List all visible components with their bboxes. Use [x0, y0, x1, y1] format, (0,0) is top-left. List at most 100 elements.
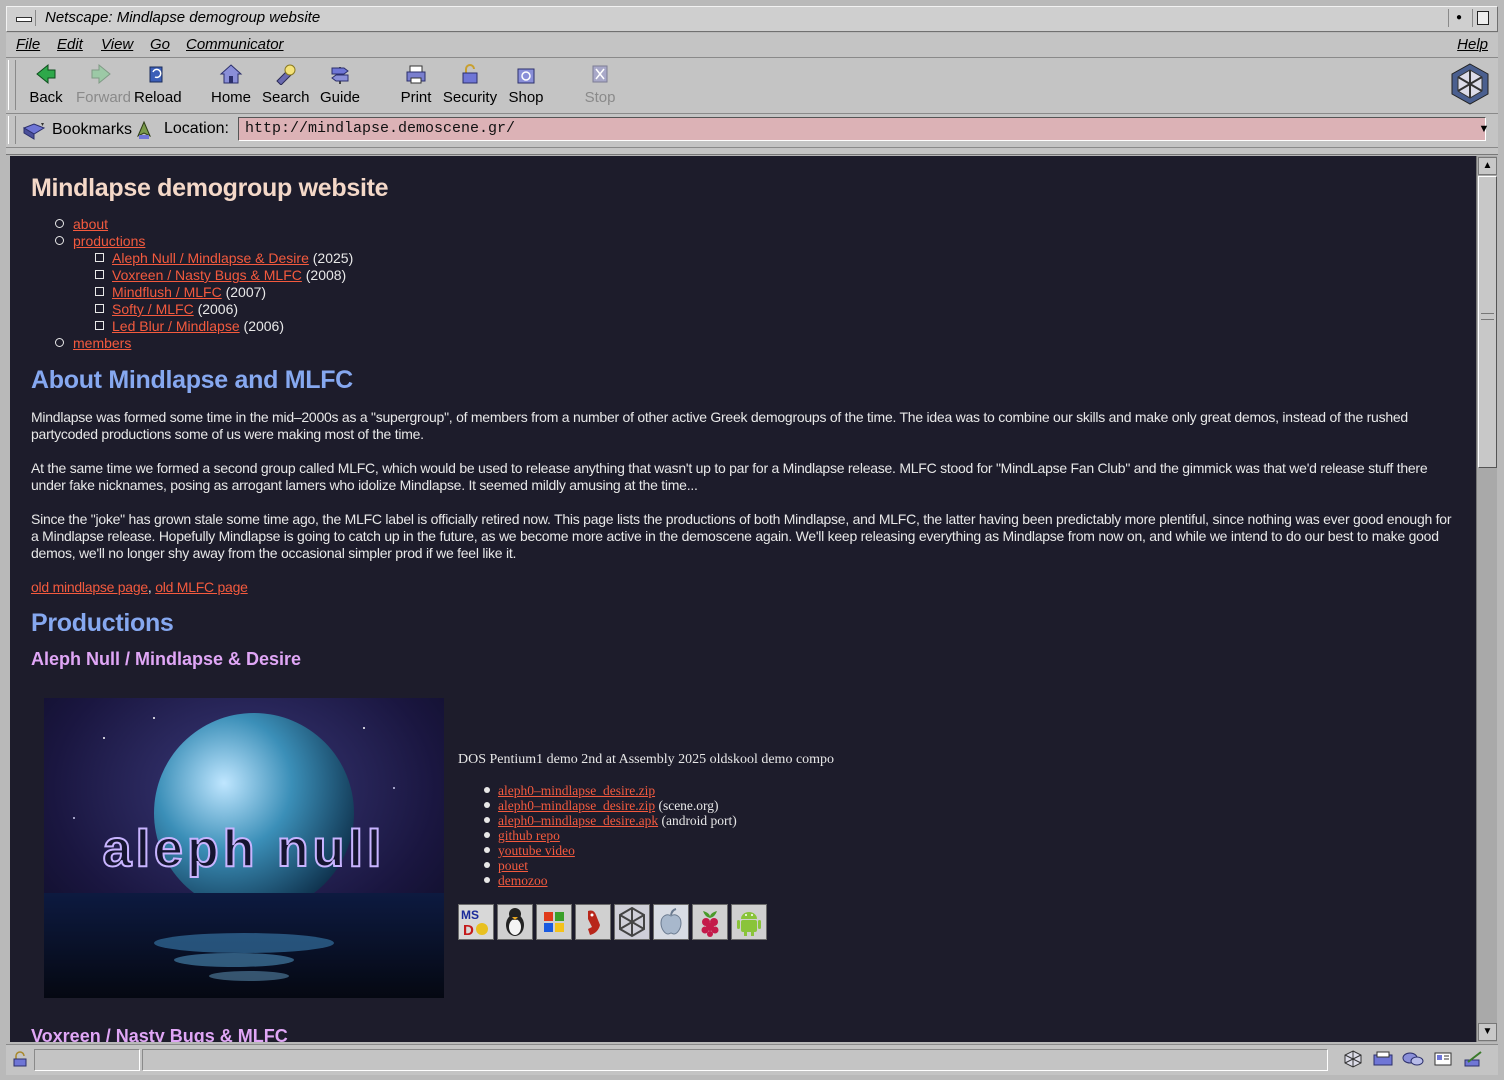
square-bullet [95, 321, 104, 330]
bookmarks-button[interactable]: Bookmarks [22, 117, 152, 143]
circle-bullet [55, 236, 64, 245]
home-button[interactable]: Home [210, 60, 252, 110]
reload-icon [149, 66, 163, 83]
location-label: Location: [164, 120, 229, 137]
guide-button[interactable]: Guide [320, 60, 360, 110]
mail-inbox-icon[interactable] [1372, 1050, 1394, 1068]
toc-prod-item: Softy / MLFC (2006) [95, 301, 238, 317]
padlock-icon [462, 64, 478, 84]
ms-dos-icon: MS D [458, 904, 494, 940]
guide-signpost-icon [331, 67, 349, 84]
about-link[interactable]: about [73, 216, 108, 232]
window-title: Netscape: Mindlapse demogroup website [45, 9, 321, 26]
pouet-link[interactable]: pouet [498, 858, 528, 873]
prod-year: (2006) [193, 301, 239, 317]
prod-title-voxreen: Voxreen / Nasty Bugs & MLFC [31, 1026, 288, 1042]
url-history-dropdown[interactable]: ▼ [1476, 117, 1492, 141]
forward-button[interactable]: Forward [76, 60, 131, 110]
toc-prod-item: Mindflush / MLFC (2007) [95, 284, 266, 300]
netscape-throbber-icon[interactable] [1448, 62, 1492, 106]
prod-link-mindflush[interactable]: Mindflush / MLFC [112, 284, 222, 300]
square-bullet [95, 287, 104, 296]
aleph-null-logo-text: aleph null [103, 820, 386, 878]
prod-year: (2006) [239, 318, 284, 334]
stop-button[interactable]: Stop [582, 60, 618, 110]
composer-icon[interactable] [1462, 1050, 1484, 1068]
menu-help[interactable]: Help [1457, 36, 1488, 53]
old-pages-links: old mindlapse page, old MLFC page [31, 579, 1455, 596]
disc-bullet [484, 862, 490, 868]
members-link[interactable]: members [73, 335, 131, 351]
search-flashlight-icon [276, 64, 296, 85]
location-toolbar-grip[interactable] [8, 116, 16, 144]
window-menu-button[interactable] [11, 10, 36, 26]
about-heading: About Mindlapse and MLFC [31, 366, 353, 394]
download-apk-link[interactable]: aleph0–mindlapse_desire.apk [498, 813, 658, 828]
minimize-button[interactable]: ● [1448, 9, 1469, 27]
prod-link-led-blur[interactable]: Led Blur / Mindlapse [112, 318, 240, 334]
url-input[interactable] [238, 117, 1486, 141]
toc-item-members: members [55, 335, 131, 351]
maximize-button[interactable] [1472, 9, 1493, 27]
square-bullet [95, 270, 104, 279]
youtube-video-link[interactable]: youtube video [498, 843, 575, 858]
linux-icon [497, 904, 533, 940]
forward-arrow-icon [91, 63, 111, 85]
page-title: Mindlapse demogroup website [31, 174, 389, 202]
window-titlebar[interactable]: Netscape: Mindlapse demogroup website ● [0, 0, 1504, 33]
security-lock-icon[interactable] [12, 1051, 28, 1067]
disc-bullet [484, 817, 490, 823]
location-toolbar: Bookmarks Location: ▼ [6, 114, 1498, 148]
download-item: aleph0–mindlapse_desire.zip [484, 783, 655, 799]
github-repo-link[interactable]: github repo [498, 828, 560, 843]
page-proxy-icon[interactable] [136, 120, 152, 140]
print-button[interactable]: Print [396, 60, 436, 110]
bookmarks-icon [22, 123, 46, 140]
old-mlfc-page-link[interactable]: old MLFC page [155, 579, 248, 595]
prod-link-aleph-null[interactable]: Aleph Null / Mindlapse & Desire [112, 250, 309, 266]
aleph-null-screenshot[interactable]: aleph null [44, 698, 444, 998]
menu-edit[interactable]: Edit [57, 36, 83, 53]
menu-file[interactable]: File [16, 36, 40, 53]
download-zip-sceneorg-link[interactable]: aleph0–mindlapse_desire.zip [498, 798, 655, 813]
scrollbar-thumb[interactable] [1478, 176, 1497, 468]
scroll-up-arrow-icon[interactable]: ▲ [1478, 157, 1497, 175]
disc-bullet [484, 847, 490, 853]
prod-title-aleph-null: Aleph Null / Mindlapse & Desire [31, 649, 302, 669]
old-mindlapse-page-link[interactable]: old mindlapse page [31, 579, 148, 595]
download-zip-link[interactable]: aleph0–mindlapse_desire.zip [498, 783, 655, 798]
page-viewport[interactable]: Mindlapse demogroup website about produc… [10, 156, 1476, 1042]
menu-communicator[interactable]: Communicator [186, 36, 284, 53]
disc-bullet [484, 877, 490, 883]
menu-go[interactable]: Go [150, 36, 170, 53]
prod-link-voxreen[interactable]: Voxreen / Nasty Bugs & MLFC [112, 267, 302, 283]
vertical-scrollbar[interactable]: ▲ ▼ [1476, 156, 1497, 1042]
toolbar-collapse-strip[interactable] [6, 148, 1498, 155]
stop-icon [592, 65, 608, 83]
progress-bar [34, 1049, 140, 1071]
search-button[interactable]: Search [262, 60, 310, 110]
security-button[interactable]: Security [442, 60, 498, 110]
square-bullet [95, 253, 104, 262]
android-icon [731, 904, 767, 940]
disc-bullet [484, 787, 490, 793]
back-button[interactable]: Back [26, 60, 66, 110]
menu-view[interactable]: View [101, 36, 133, 53]
scroll-down-arrow-icon[interactable]: ▼ [1478, 1023, 1497, 1041]
demozoo-link[interactable]: demozoo [498, 873, 548, 888]
shop-button[interactable]: Shop [506, 60, 546, 110]
navigator-component-icon[interactable] [1342, 1050, 1364, 1068]
printer-icon [406, 65, 426, 84]
status-text [142, 1049, 1328, 1071]
productions-link[interactable]: productions [73, 233, 145, 249]
menubar: File Edit View Go Communicator Help [6, 33, 1498, 58]
reload-button[interactable]: Reload [134, 60, 182, 110]
shop-bag-icon [517, 68, 535, 84]
home-icon [219, 64, 243, 84]
discussion-groups-icon[interactable] [1402, 1050, 1424, 1068]
bookmarks-label: Bookmarks [52, 121, 133, 138]
freebsd-icon [575, 904, 611, 940]
prod-link-softy[interactable]: Softy / MLFC [112, 301, 194, 317]
toolbar-grip[interactable] [8, 60, 16, 110]
address-book-icon[interactable] [1432, 1050, 1454, 1068]
